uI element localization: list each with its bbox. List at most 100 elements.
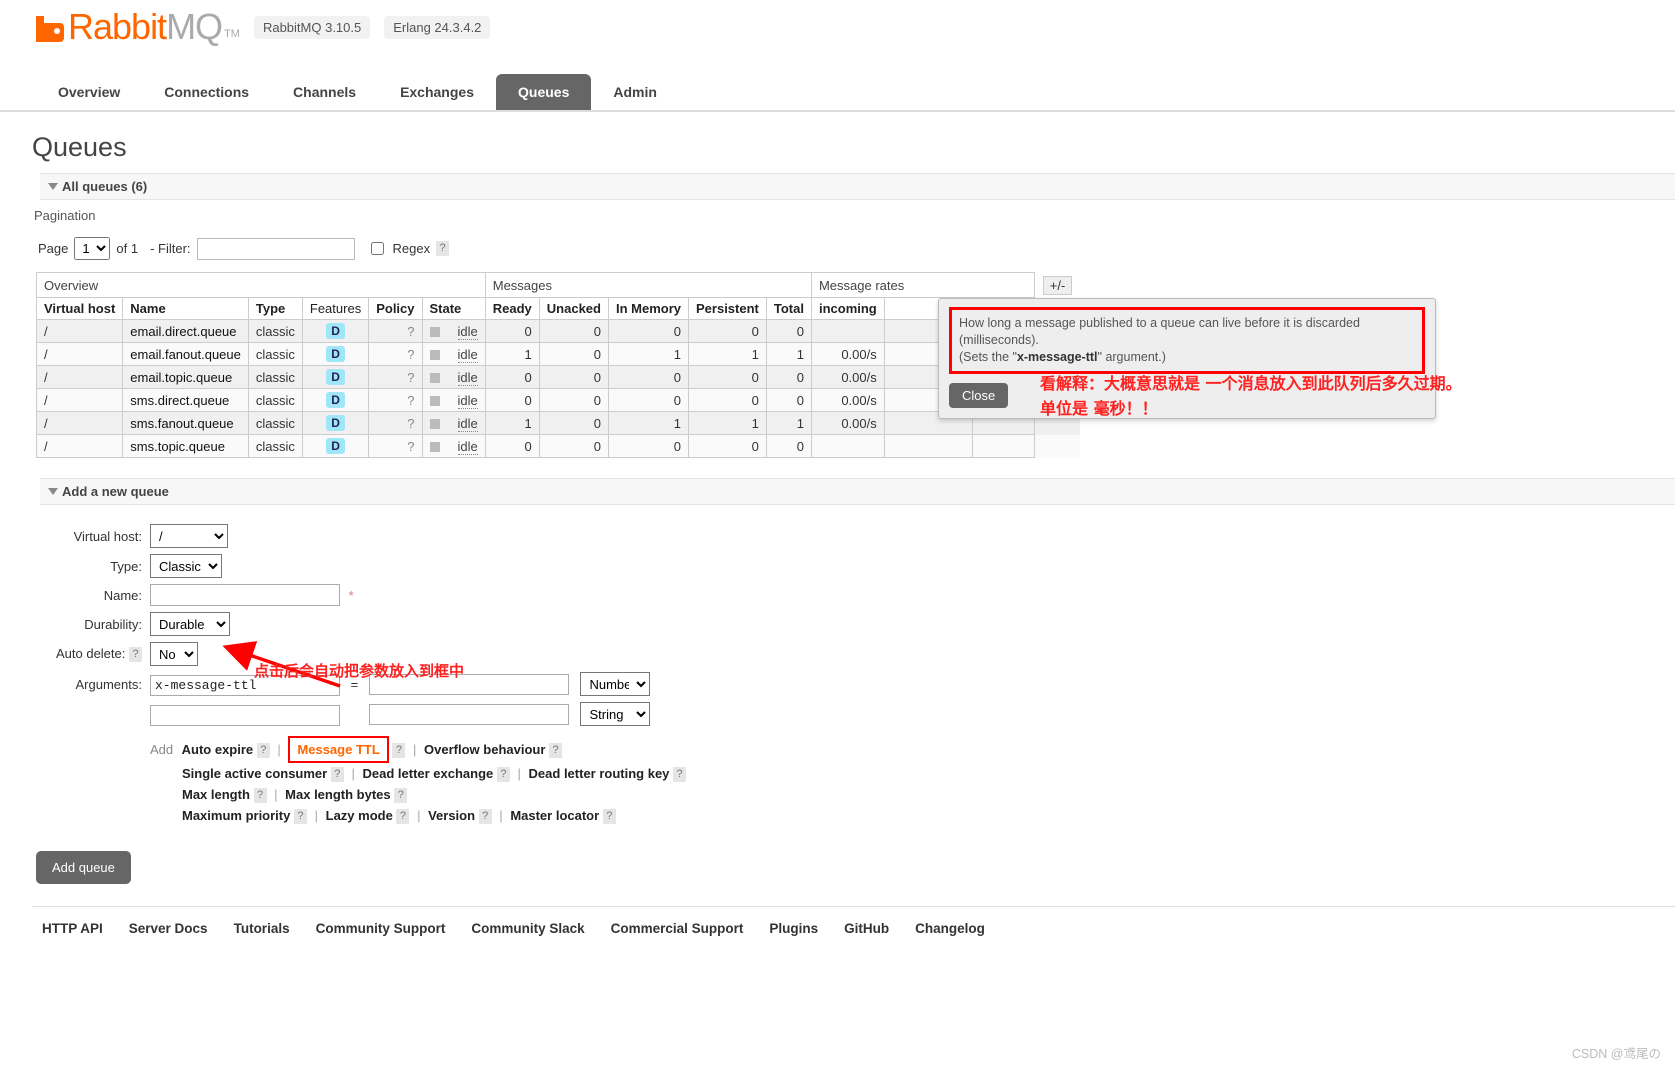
table-row[interactable]: / email.direct.queue classic D ? idle 0 … (35, 319, 1080, 343)
footer-link-tutorials[interactable]: Tutorials (234, 921, 290, 936)
col-features[interactable]: Features (301, 297, 370, 320)
argument-type-select[interactable]: Number (580, 672, 651, 696)
col-ready[interactable]: Ready (484, 297, 540, 320)
dlrk-help-icon[interactable]: ? (673, 767, 687, 783)
table-row[interactable]: / email.topic.queue classic D ? idle 0 0… (35, 365, 1080, 389)
durable-badge[interactable]: D (326, 415, 345, 431)
field-durability[interactable]: Durable (150, 611, 686, 637)
field-type[interactable]: Classic (150, 553, 686, 579)
virtual-host-select[interactable]: / (150, 524, 228, 548)
dlx-help-icon[interactable]: ? (496, 767, 510, 783)
preset-dead-letter-routing-key[interactable]: Dead letter routing key (529, 766, 670, 781)
nav-item-exchanges[interactable]: Exchanges (378, 74, 496, 110)
cell-queue-name[interactable]: sms.direct.queue (122, 388, 249, 412)
footer-link-community-slack[interactable]: Community Slack (471, 921, 584, 936)
argument-type-select-2[interactable]: String (580, 702, 651, 726)
auto-delete-select[interactable]: No (150, 642, 198, 666)
version-help-icon[interactable]: ? (478, 809, 492, 825)
durable-badge[interactable]: D (326, 438, 345, 454)
col-unacked[interactable]: Unacked (538, 297, 609, 320)
cell-queue-name[interactable]: email.fanout.queue (122, 342, 249, 366)
plusminus-cell[interactable]: +/- (1034, 272, 1080, 298)
all-queues-section-header[interactable]: All queues (6) (40, 173, 1675, 200)
sac-help-icon[interactable]: ? (330, 767, 344, 783)
nav-item-queues[interactable]: Queues (496, 74, 592, 110)
argument-value-input-2[interactable] (368, 703, 569, 725)
footer-link-changelog[interactable]: Changelog (915, 921, 985, 936)
argument-key-input-2[interactable] (150, 704, 340, 726)
nav-item-channels[interactable]: Channels (271, 74, 378, 110)
main-nav[interactable]: Overview Connections Channels Exchanges … (36, 74, 1675, 110)
max-length-help-icon[interactable]: ? (253, 788, 267, 804)
field-virtual-host[interactable]: / (150, 523, 686, 549)
preset-max-length[interactable]: Max length (182, 787, 250, 802)
master-locator-help-icon[interactable]: ? (602, 809, 616, 825)
footer-link-http-api[interactable]: HTTP API (42, 921, 103, 936)
durable-badge[interactable]: D (326, 369, 345, 385)
footer-link-community-support[interactable]: Community Support (316, 921, 446, 936)
regex-help-icon[interactable]: ? (436, 241, 450, 256)
col-state[interactable]: State (421, 297, 486, 320)
durable-badge[interactable]: D (326, 346, 345, 362)
preset-auto-expire[interactable]: Auto expire (182, 742, 254, 757)
cell-queue-name[interactable]: sms.topic.queue (122, 434, 249, 458)
preset-overflow-behaviour[interactable]: Overflow behaviour (424, 742, 545, 757)
tooltip-close-button[interactable]: Close (949, 383, 1009, 408)
table-row[interactable]: / sms.fanout.queue classic D ? idle 1 0 … (35, 411, 1080, 435)
queue-name-input[interactable] (150, 584, 340, 606)
cell-vhost: / (35, 342, 124, 366)
collapse-triangle-icon[interactable] (48, 488, 58, 495)
cell-queue-name[interactable]: email.topic.queue (122, 365, 249, 389)
plusminus-button[interactable]: +/- (1042, 275, 1073, 295)
page-select[interactable]: 1 (74, 237, 111, 260)
auto-delete-help-icon[interactable]: ? (129, 647, 142, 663)
durability-select[interactable]: Durable (150, 612, 230, 636)
collapse-triangle-icon[interactable] (48, 183, 58, 190)
field-arguments-2[interactable]: = String (150, 701, 686, 727)
preset-max-length-bytes[interactable]: Max length bytes (285, 787, 390, 802)
field-name[interactable]: * (150, 583, 686, 607)
cell-queue-name[interactable]: sms.fanout.queue (122, 411, 249, 435)
durable-badge[interactable]: D (326, 323, 345, 339)
table-row[interactable]: / sms.topic.queue classic D ? idle 0 0 0… (35, 434, 1080, 458)
preset-message-ttl[interactable]: Message TTL (288, 736, 389, 763)
add-queue-section-header[interactable]: Add a new queue (40, 478, 1675, 505)
preset-single-active-consumer[interactable]: Single active consumer (182, 766, 327, 781)
preset-lazy-mode[interactable]: Lazy mode (326, 808, 393, 823)
preset-maximum-priority[interactable]: Maximum priority (182, 808, 290, 823)
nav-item-admin[interactable]: Admin (591, 74, 679, 110)
overflow-help-icon[interactable]: ? (549, 743, 563, 759)
col-virtual-host[interactable]: Virtual host (35, 297, 124, 320)
footer-link-commercial-support[interactable]: Commercial Support (611, 921, 744, 936)
table-row[interactable]: / email.fanout.queue classic D ? idle 1 … (35, 342, 1080, 366)
table-row[interactable]: / sms.direct.queue classic D ? idle 0 0 … (35, 388, 1080, 412)
footer-link-github[interactable]: GitHub (844, 921, 889, 936)
durable-badge[interactable]: D (326, 392, 345, 408)
regex-checkbox[interactable] (370, 242, 384, 255)
preset-version[interactable]: Version (428, 808, 475, 823)
lazy-mode-help-icon[interactable]: ? (396, 809, 410, 825)
queue-type-select[interactable]: Classic (150, 554, 222, 578)
add-queue-button[interactable]: Add queue (36, 851, 131, 884)
col-policy[interactable]: Policy (368, 297, 423, 320)
col-type[interactable]: Type (247, 297, 303, 320)
col-incoming[interactable]: incoming (810, 297, 885, 320)
max-length-bytes-help-icon[interactable]: ? (394, 788, 408, 804)
nav-item-overview[interactable]: Overview (36, 74, 142, 110)
cell-queue-name[interactable]: email.direct.queue (122, 319, 249, 343)
max-priority-help-icon[interactable]: ? (293, 809, 307, 825)
nav-item-connections[interactable]: Connections (142, 74, 271, 110)
filter-input[interactable] (196, 237, 355, 260)
footer-link-plugins[interactable]: Plugins (769, 921, 818, 936)
auto-expire-help-icon[interactable]: ? (256, 743, 270, 759)
cell-type: classic (247, 365, 303, 389)
col-total[interactable]: Total (765, 297, 812, 320)
preset-dead-letter-exchange[interactable]: Dead letter exchange (363, 766, 494, 781)
message-ttl-help-icon[interactable]: ? (392, 743, 406, 759)
col-name[interactable]: Name (122, 297, 249, 320)
col-persistent[interactable]: Persistent (688, 297, 767, 320)
footer-link-server-docs[interactable]: Server Docs (129, 921, 208, 936)
preset-master-locator[interactable]: Master locator (510, 808, 599, 823)
state-text: idle (457, 392, 478, 409)
col-in-memory[interactable]: In Memory (607, 297, 690, 320)
